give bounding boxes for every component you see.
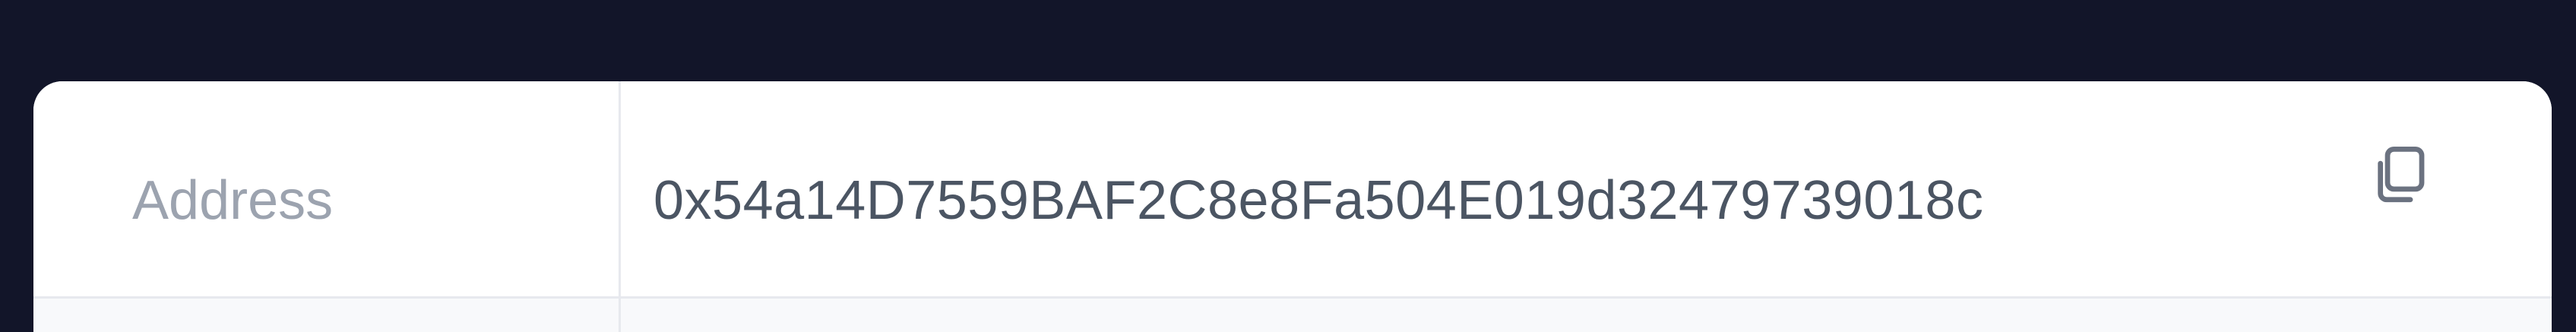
copy-address-button[interactable]: [2365, 144, 2433, 212]
address-label-cell: Address: [33, 81, 621, 296]
address-value-cell: 0x54a14D7559BAF2C8e8Fa504E019d3247973901…: [621, 81, 2552, 296]
address-row: Address 0x54a14D7559BAF2C8e8Fa504E019d32…: [33, 81, 2552, 296]
next-row: [33, 296, 2552, 332]
copy-icon: [2365, 142, 2433, 214]
next-row-label-cell: [33, 299, 621, 332]
details-panel: Address 0x54a14D7559BAF2C8e8Fa504E019d32…: [33, 81, 2552, 332]
address-label: Address: [132, 169, 334, 231]
next-row-value-cell: [621, 299, 2552, 332]
address-value: 0x54a14D7559BAF2C8e8Fa504E019d3247973901…: [653, 169, 1984, 231]
